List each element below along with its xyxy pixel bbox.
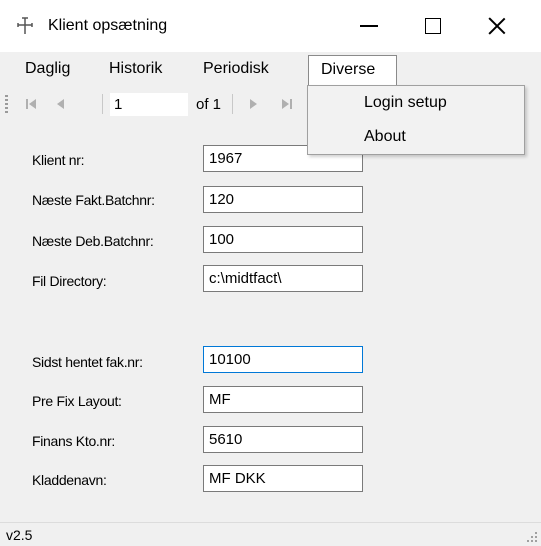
menu-item-about[interactable]: About	[364, 127, 406, 147]
file-directory-field[interactable]: c:\midtfact\	[203, 265, 363, 292]
minimize-button[interactable]	[342, 0, 396, 52]
move-first-icon[interactable]	[20, 94, 42, 114]
move-last-icon[interactable]	[276, 94, 298, 114]
version-label: v2.5	[6, 527, 33, 543]
toolbar-separator	[232, 94, 233, 114]
menu-historik[interactable]: Historik	[102, 58, 169, 82]
finance-account-label: Finans Kto.nr:	[32, 433, 115, 449]
next-invoice-batch-label: Næste Fakt.Batchnr:	[32, 192, 155, 208]
minimize-icon	[360, 25, 378, 27]
toolbar-separator	[102, 94, 103, 114]
menu-daglig[interactable]: Daglig	[18, 58, 77, 82]
close-icon	[488, 17, 506, 35]
toolbar-grip[interactable]	[5, 95, 8, 113]
prefix-layout-label: Pre Fix Layout:	[32, 393, 122, 409]
prefix-layout-field[interactable]: MF	[203, 386, 363, 413]
status-bar: v2.5	[0, 522, 541, 546]
next-debtor-batch-field[interactable]: 100	[203, 226, 363, 253]
maximize-button[interactable]	[406, 0, 460, 52]
next-debtor-batch-label: Næste Deb.Batchnr:	[32, 233, 154, 249]
menu-diverse[interactable]: Diverse	[308, 55, 397, 86]
file-directory-label: Fil Directory:	[32, 273, 107, 289]
menu-icon-column	[308, 86, 348, 154]
client-nr-label: Klient nr:	[32, 152, 85, 168]
close-button[interactable]	[470, 0, 524, 52]
move-previous-icon[interactable]	[50, 94, 72, 114]
diverse-dropdown-menu: Login setup About	[307, 85, 525, 155]
menu-item-login-setup[interactable]: Login setup	[364, 93, 447, 113]
maximize-icon	[425, 18, 441, 34]
menu-periodisk[interactable]: Periodisk	[196, 58, 276, 82]
last-fetched-invoice-field[interactable]: 10100	[203, 346, 363, 373]
menu-bar: Daglig Historik Periodisk Diverse	[0, 53, 541, 86]
resize-grip-icon[interactable]	[526, 531, 538, 543]
position-count-label: of 1	[196, 96, 222, 113]
move-next-icon[interactable]	[242, 94, 264, 114]
client-setup-window: Klient opsætning Daglig Historik Periodi…	[0, 0, 541, 546]
app-pin-icon	[17, 17, 33, 34]
journal-name-label: Kladdenavn:	[32, 472, 107, 488]
position-input[interactable]	[110, 93, 188, 116]
window-title: Klient opsætning	[48, 17, 168, 34]
next-invoice-batch-field[interactable]: 120	[203, 186, 363, 213]
finance-account-field[interactable]: 5610	[203, 426, 363, 453]
journal-name-field[interactable]: MF DKK	[203, 465, 363, 492]
last-fetched-invoice-label: Sidst hentet fak.nr:	[32, 354, 143, 370]
title-bar[interactable]: Klient opsætning	[0, 0, 541, 52]
